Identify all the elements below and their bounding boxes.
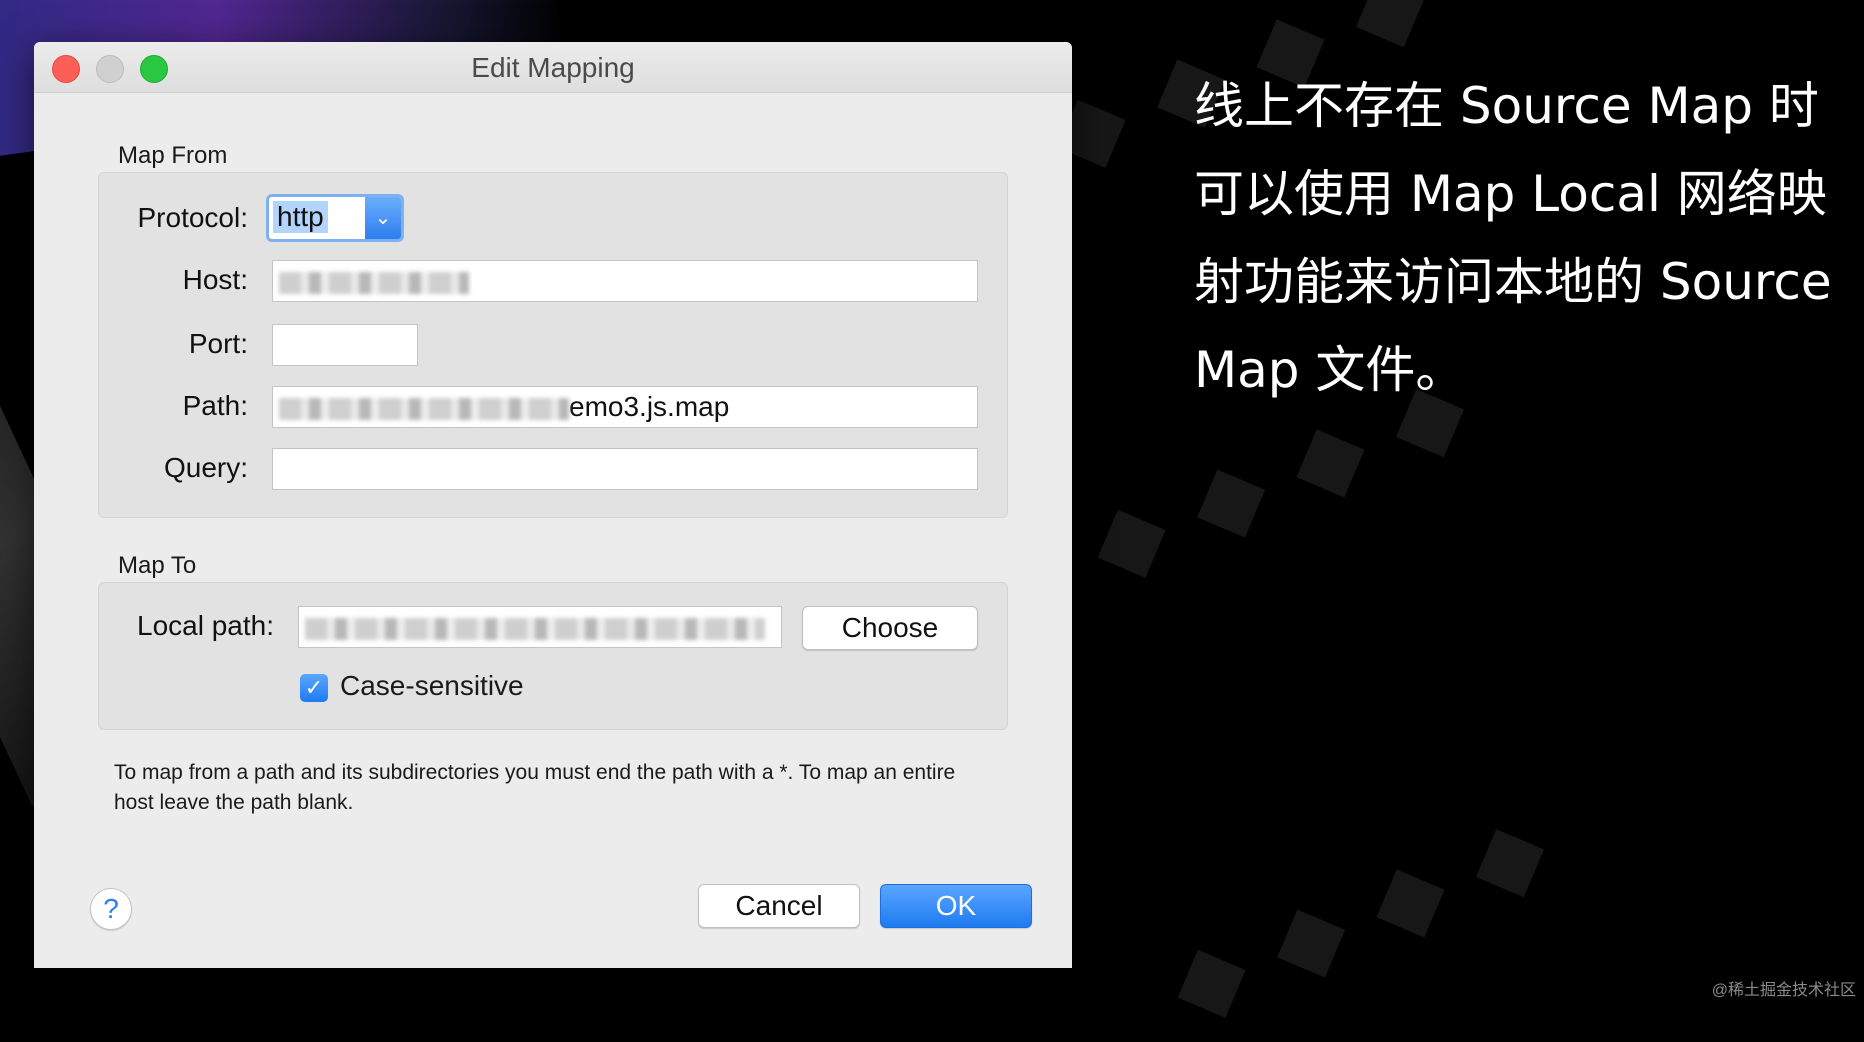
map-from-label: Map From [118,142,228,169]
local-path-label: Local path: [137,610,274,641]
help-button[interactable]: ? [90,888,132,930]
checkmark-icon: ✓ [304,675,324,700]
choose-button[interactable]: Choose [802,606,978,650]
query-label: Query: [163,452,248,483]
chevron-down-icon: ⌄ [365,197,401,239]
port-label: Port: [188,328,248,359]
caption-text: 线上不存在 Source Map 时可以使用 Map Local 网络映射功能来… [1194,77,1832,399]
mapping-hint: To map from a path and its subdirectorie… [114,761,956,814]
protocol-label: Protocol: [137,202,249,233]
local-path-field[interactable] [298,606,782,648]
query-field[interactable] [272,448,978,490]
credit-text: @稀土掘金技术社区 [1711,982,1856,999]
edit-mapping-dialog: Edit Mapping Map From Protocol: http ⌄ H… [34,42,1072,968]
titlebar: Edit Mapping [34,42,1072,93]
host-label: Host: [182,264,248,295]
path-value: emo3.js.map [569,391,730,422]
redacted-text [305,617,765,640]
protocol-value: http [273,201,328,233]
question-mark-icon: ? [103,893,119,924]
path-label: Path: [182,390,248,421]
map-to-label: Map To [118,552,197,579]
case-sensitive-label: Case-sensitive [340,670,524,701]
host-field[interactable] [272,260,978,302]
window-title: Edit Mapping [471,52,635,83]
redacted-text [279,397,569,420]
watermark: ◆ ◆ ◆ ◆ [1153,789,1563,1042]
port-field[interactable] [272,324,418,366]
cancel-button[interactable]: Cancel [698,884,860,928]
protocol-select[interactable]: http ⌄ [266,194,404,242]
path-field[interactable]: emo3.js.map [272,386,978,428]
case-sensitive-checkbox[interactable]: ✓ [300,674,328,702]
map-to-group [98,582,1008,730]
redacted-text [279,271,469,294]
ok-button[interactable]: OK [880,884,1032,928]
